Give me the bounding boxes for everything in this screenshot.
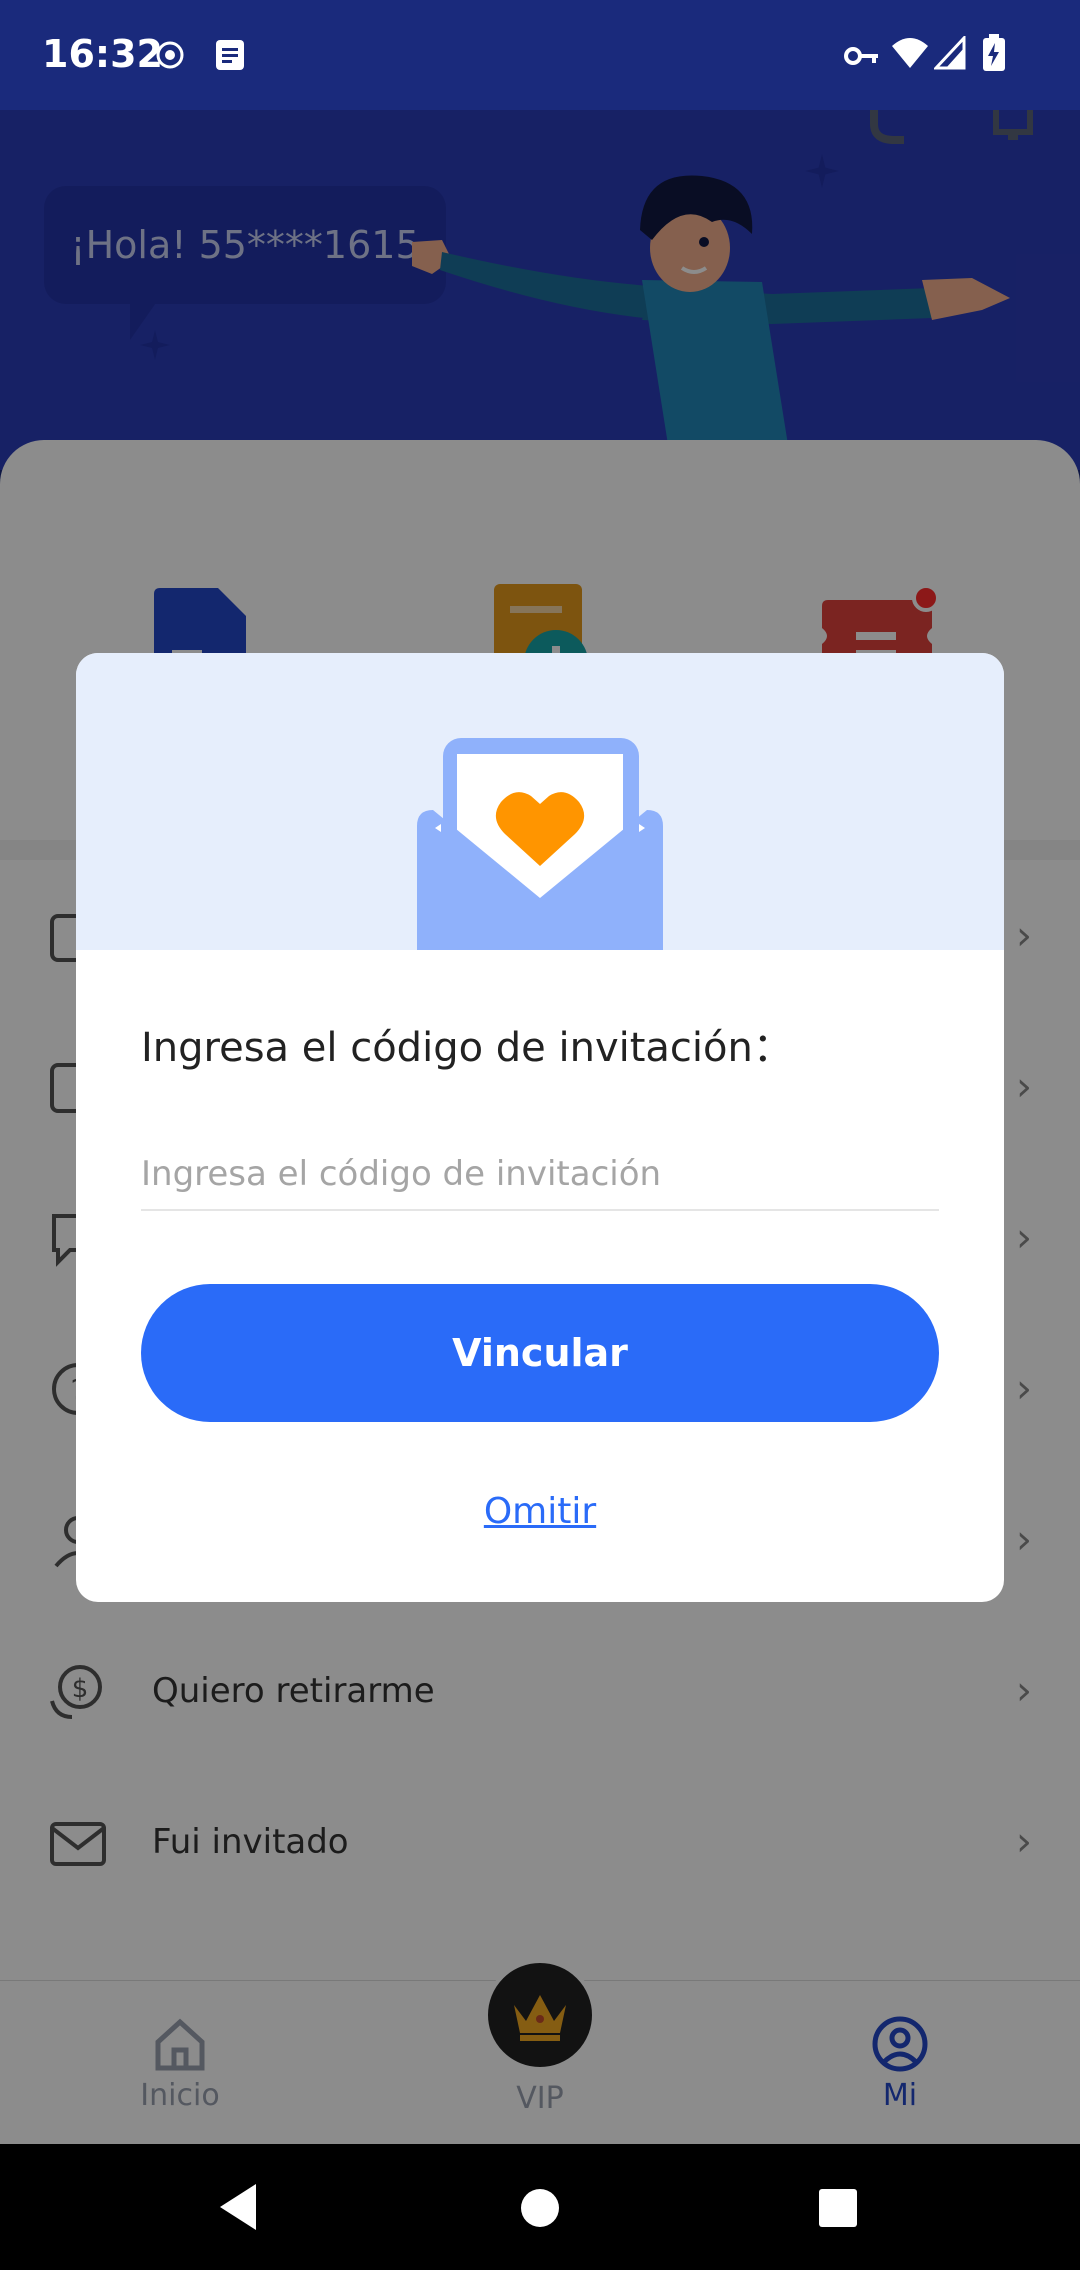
home-button-icon[interactable]	[520, 2188, 560, 2228]
signal-icon	[934, 36, 966, 70]
status-bar: 16:32	[0, 0, 1080, 110]
dialog-banner	[76, 653, 1004, 950]
skip-link-label[interactable]: Omitir	[484, 1491, 596, 1532]
key-icon	[844, 47, 878, 65]
skip-link[interactable]: Omitir	[76, 1491, 1004, 1532]
envelope-heart-icon	[417, 738, 663, 950]
invite-code-input[interactable]	[141, 1139, 939, 1211]
battery-icon	[983, 34, 1005, 71]
system-nav-bar	[0, 2144, 1080, 2270]
wifi-icon	[892, 38, 928, 68]
invite-code-dialog: Ingresa el código de invitación： Vincula…	[76, 653, 1004, 1602]
notes-icon	[216, 40, 244, 70]
bind-button[interactable]: Vincular	[141, 1284, 939, 1422]
status-time: 16:32	[42, 32, 163, 76]
recents-icon[interactable]	[818, 2188, 858, 2228]
record-icon	[156, 41, 184, 69]
dialog-title: Ingresa el código de invitación：	[141, 1025, 793, 1071]
back-icon[interactable]	[216, 2182, 260, 2232]
